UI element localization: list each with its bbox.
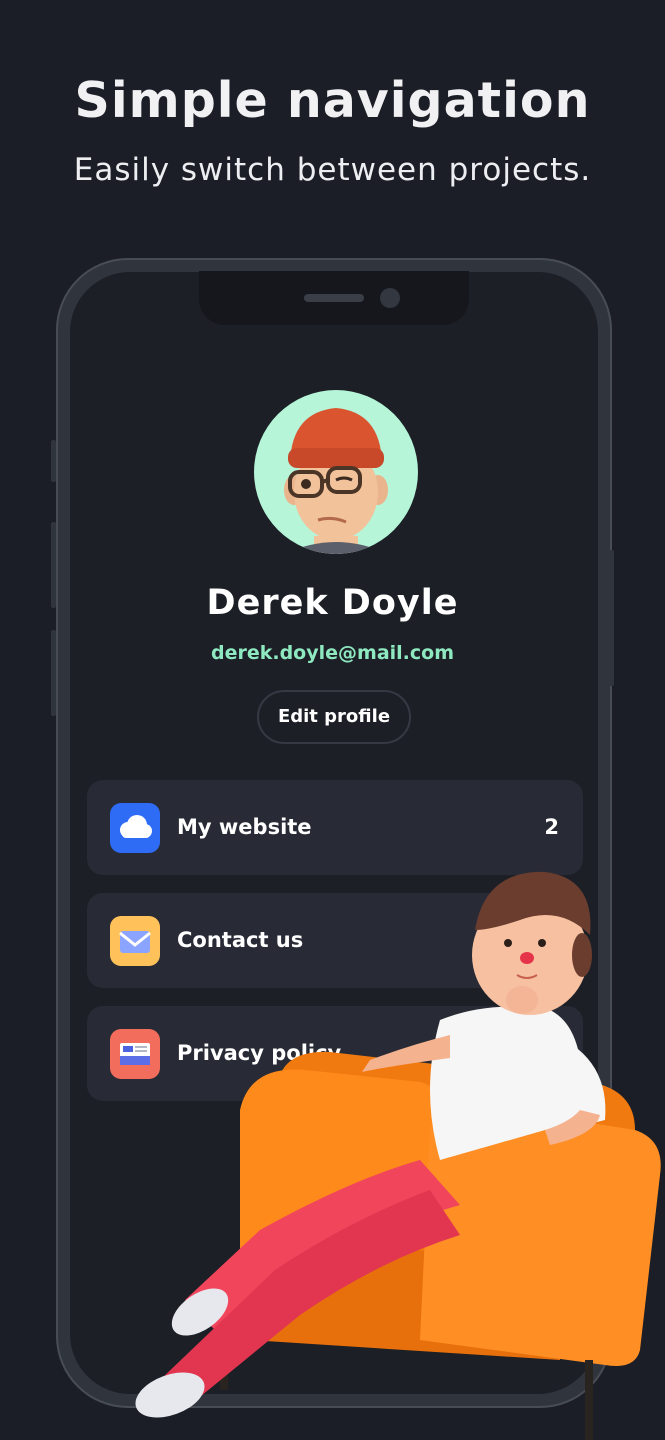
page-subtitle: Easily switch between projects. — [73, 152, 592, 188]
speaker-grille — [304, 294, 364, 302]
edit-profile-button[interactable]: Edit profile — [257, 690, 411, 744]
memoji-avatar-icon — [284, 408, 388, 554]
cloud-icon — [110, 803, 160, 853]
page-title: Simple navigation — [74, 72, 591, 129]
character-in-armchair-illustration — [135, 871, 661, 1440]
phone-side-button — [51, 440, 56, 482]
profile-email[interactable]: derek.doyle@mail.com — [0, 642, 665, 664]
front-camera — [380, 288, 400, 308]
avatar[interactable] — [254, 390, 418, 554]
profile-name: Derek Doyle — [206, 583, 459, 623]
promo-page: Simple navigation Easily switch between … — [0, 0, 665, 1440]
